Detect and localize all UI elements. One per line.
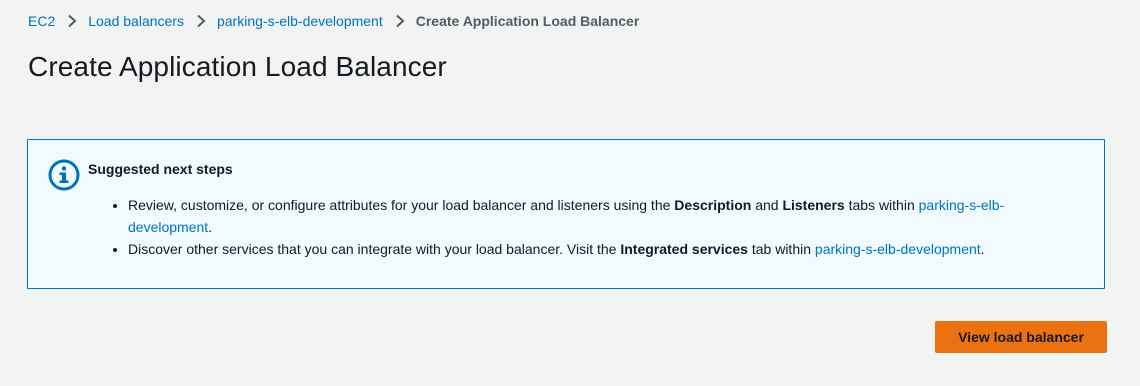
list-item-text: tabs within bbox=[844, 197, 919, 213]
bold-description: Description bbox=[674, 197, 752, 213]
list-item-text: and bbox=[751, 197, 783, 213]
next-steps-list: Review, customize, or configure attribut… bbox=[108, 194, 1068, 260]
breadcrumb-current: Create Application Load Balancer bbox=[415, 13, 640, 29]
list-item: Discover other services that you can int… bbox=[128, 238, 1068, 260]
bold-listeners: Listeners bbox=[782, 197, 845, 213]
breadcrumb-link-ec2[interactable]: EC2 bbox=[28, 13, 55, 29]
bold-integrated-services: Integrated services bbox=[620, 241, 748, 257]
load-balancer-link[interactable]: parking-s-elb-development bbox=[815, 241, 981, 257]
chevron-right-icon bbox=[395, 14, 405, 28]
alert-heading: Suggested next steps bbox=[88, 161, 233, 177]
info-alert: Suggested next steps Review, customize, … bbox=[27, 139, 1105, 289]
list-item: Review, customize, or configure attribut… bbox=[128, 194, 1068, 238]
list-item-text: . bbox=[208, 219, 213, 235]
breadcrumb-link-load-balancer[interactable]: parking-s-elb-development bbox=[217, 13, 383, 29]
list-item-text: Discover other services that you can int… bbox=[128, 241, 621, 257]
chevron-right-icon bbox=[67, 14, 77, 28]
breadcrumb: EC2 Load balancers parking-s-elb-develop… bbox=[28, 11, 639, 31]
view-load-balancer-button[interactable]: View load balancer bbox=[935, 321, 1107, 353]
list-item-text: Review, customize, or configure attribut… bbox=[128, 197, 675, 213]
page-title: Create Application Load Balancer bbox=[28, 51, 447, 82]
breadcrumb-link-load-balancers[interactable]: Load balancers bbox=[88, 13, 184, 29]
info-icon bbox=[48, 159, 80, 191]
list-item-text: . bbox=[980, 241, 985, 257]
chevron-right-icon bbox=[196, 14, 206, 28]
list-item-text: tab within bbox=[747, 241, 815, 257]
